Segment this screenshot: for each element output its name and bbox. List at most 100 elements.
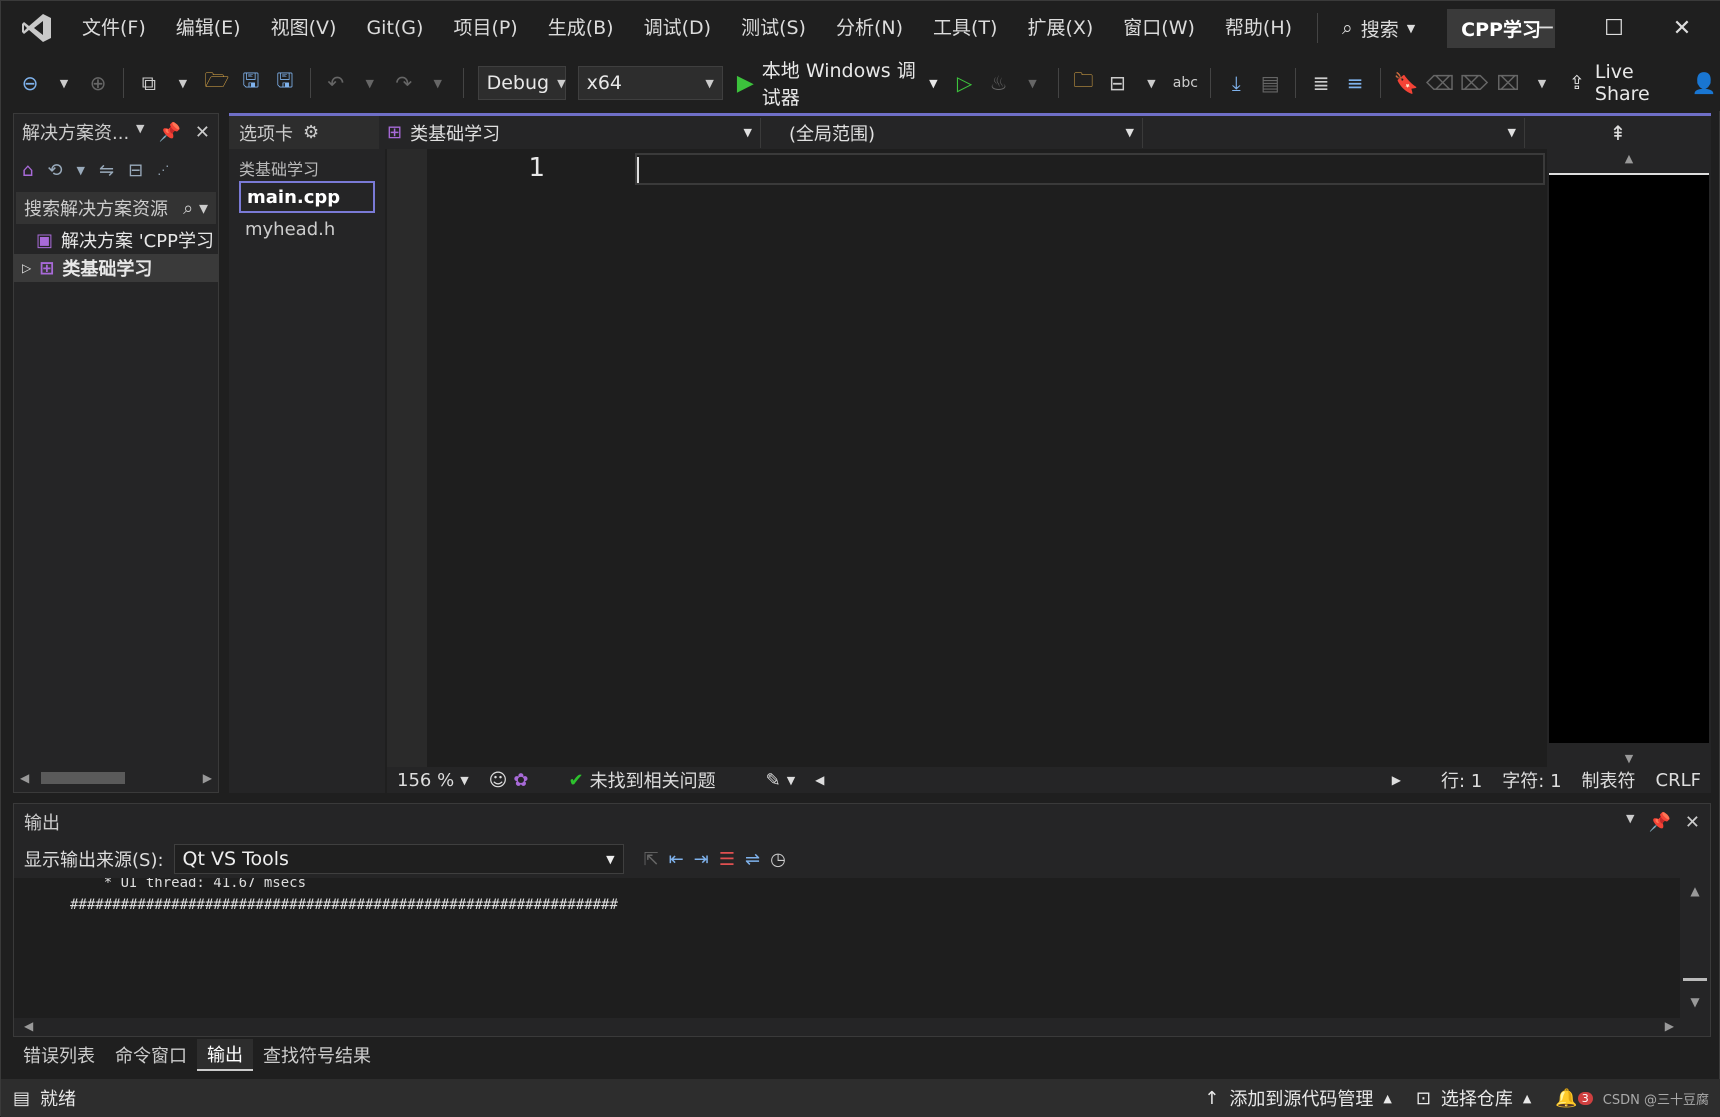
expand-arrow-icon[interactable]: ▷ <box>22 261 31 275</box>
zoom-select[interactable]: 156 % ▼ <box>387 770 479 791</box>
spell-check-button[interactable]: abc <box>1170 65 1200 101</box>
step-into-button[interactable]: ⤓ <box>1221 65 1251 101</box>
editor-minimap-scrollbar[interactable]: ▲ ▼ <box>1547 149 1711 767</box>
close-panel-icon[interactable]: ✕ <box>195 122 210 143</box>
scope-navigation-select[interactable]: (全局范围) ▼ <box>761 117 1143 148</box>
next-bookmark-button[interactable]: ⌦ <box>1459 65 1489 101</box>
char-indicator[interactable]: 字符: 1 <box>1492 767 1571 793</box>
select-repository-button[interactable]: ⊡ 选择仓库 ▲ <box>1404 1085 1544 1111</box>
clear-bookmarks-button[interactable]: ⌧ <box>1493 65 1523 101</box>
tab-main-cpp[interactable]: main.cpp <box>239 181 375 213</box>
vertical-tabs-header[interactable]: 选项卡 ⚙ <box>229 116 379 149</box>
bookmark-button[interactable]: 🔖 <box>1391 65 1421 101</box>
scroll-left-icon[interactable]: ◀ <box>20 771 29 785</box>
notifications-button[interactable]: 🔔 3 CSDN @三十豆腐 <box>1543 1088 1720 1109</box>
navigate-back-button[interactable]: ⊖ <box>15 65 45 101</box>
tab-output[interactable]: 输出 <box>197 1039 253 1071</box>
search-button[interactable]: ⌕ 搜索 ▼ <box>1328 15 1429 42</box>
tab-myhead-h[interactable]: myhead.h <box>229 213 385 245</box>
scroll-thumb[interactable] <box>41 772 126 784</box>
output-source-select[interactable]: Qt VS Tools ▼ <box>173 844 624 874</box>
account-button[interactable]: 👤 <box>1689 65 1719 101</box>
solution-explorer-folder-button[interactable]: 🗀 <box>1068 65 1098 101</box>
minimap-view[interactable] <box>1549 173 1709 743</box>
copilot-button[interactable]: ☺ ✿ <box>479 770 539 791</box>
undo-dropdown-button[interactable]: ▼ <box>355 65 385 101</box>
solution-horizontal-scrollbar[interactable]: ◀ ▶ <box>14 764 218 792</box>
toolbar-overflow-button[interactable]: ▼ <box>1527 65 1557 101</box>
back-dropdown-button[interactable]: ▼ <box>49 65 79 101</box>
collapse-all-icon[interactable]: ⊟ <box>128 160 143 181</box>
scroll-left-icon[interactable]: ◀ <box>24 1019 33 1033</box>
visual-studio-logo-icon[interactable] <box>19 10 55 46</box>
pin-icon[interactable]: 📌 <box>1648 812 1670 833</box>
menu-view[interactable]: 视图(V) <box>256 1 352 55</box>
scroll-up-icon[interactable]: ▲ <box>1547 149 1711 169</box>
tree-item-project[interactable]: ▷ ⊞ 类基础学习 <box>14 254 218 282</box>
gear-icon[interactable]: ⚙ <box>303 122 319 143</box>
hot-reload-dropdown-button[interactable]: ▼ <box>1018 65 1048 101</box>
timestamp-button[interactable]: ◷ <box>770 849 786 870</box>
save-button[interactable]: 🖫 <box>236 65 266 101</box>
save-all-button[interactable]: 🖫 <box>270 65 300 101</box>
home-icon[interactable]: ⌂ <box>22 160 33 181</box>
scroll-right-icon[interactable]: ▶ <box>1665 1019 1674 1033</box>
line-ending-indicator[interactable]: CRLF <box>1646 770 1711 791</box>
output-horizontal-scrollbar[interactable]: ◀ ▶ <box>14 1016 1710 1036</box>
maximize-button[interactable]: ☐ <box>1581 1 1647 55</box>
redo-button[interactable]: ↷ <box>389 65 419 101</box>
output-vertical-scrollbar[interactable]: ▲ ▼ <box>1680 878 1710 1018</box>
start-debugging-button[interactable]: ▶ 本地 Windows 调试器 ▼ <box>737 56 938 110</box>
pin-icon[interactable]: 📌 <box>158 122 180 143</box>
layout-button[interactable]: ⊟ <box>1102 65 1132 101</box>
outdent-button[interactable]: ≡ <box>1340 65 1370 101</box>
scroll-down-icon[interactable]: ▼ <box>1547 752 1711 765</box>
menu-debug[interactable]: 调试(D) <box>629 1 726 55</box>
tab-find-symbol-results[interactable]: 查找符号结果 <box>253 1039 381 1071</box>
tab-command-window[interactable]: 命令窗口 <box>105 1039 197 1071</box>
panel-menu-button[interactable]: ▼ <box>136 122 144 143</box>
project-navigation-select[interactable]: ⊞ 类基础学习 ▼ <box>379 117 761 148</box>
line-indicator[interactable]: 行: 1 <box>1431 767 1492 793</box>
menu-git[interactable]: Git(G) <box>351 1 438 55</box>
add-to-source-control-button[interactable]: ↑ 添加到源代码管理 ▲ <box>1192 1085 1404 1111</box>
scroll-up-icon[interactable]: ▲ <box>1680 884 1710 898</box>
open-file-button[interactable]: 🗁 <box>202 65 232 101</box>
menu-project[interactable]: 项目(P) <box>438 1 532 55</box>
issues-indicator[interactable]: ✔ 未找到相关问题 <box>559 767 726 793</box>
menu-edit[interactable]: 编辑(E) <box>161 1 256 55</box>
editor-hscroll-right[interactable]: ▶ <box>1382 773 1411 787</box>
output-text-area[interactable]: * UI thread: 41.67 msecs ################… <box>14 878 1680 1018</box>
close-panel-icon[interactable]: ✕ <box>1685 812 1700 833</box>
close-window-button[interactable]: ✕ <box>1649 1 1715 55</box>
menu-help[interactable]: 帮助(H) <box>1210 1 1307 55</box>
scroll-right-icon[interactable]: ▶ <box>203 771 212 785</box>
menu-tools[interactable]: 工具(T) <box>918 1 1012 55</box>
chevron-down-icon[interactable]: ▼ <box>77 164 85 177</box>
new-dropdown-button[interactable]: ▼ <box>168 65 198 101</box>
split-editor-button[interactable]: ⇞ <box>1525 121 1711 145</box>
next-message-button[interactable]: ⇥ <box>694 849 709 870</box>
layout-dropdown-button[interactable]: ▼ <box>1136 65 1166 101</box>
undo-button[interactable]: ↶ <box>321 65 351 101</box>
menu-extensions[interactable]: 扩展(X) <box>1012 1 1108 55</box>
code-editor[interactable] <box>627 149 1547 767</box>
indent-button[interactable]: ≣ <box>1306 65 1336 101</box>
code-cleanup-button[interactable]: ✎ ▼ <box>756 770 806 791</box>
comment-toggle-button[interactable]: ▤ <box>1255 65 1285 101</box>
tree-item-solution[interactable]: ▣ 解决方案 'CPP学习 <box>14 226 218 254</box>
overflow-icon[interactable]: ⋰ <box>157 163 169 177</box>
prev-message-button[interactable]: ⇤ <box>669 849 684 870</box>
panel-menu-button[interactable]: ▼ <box>1626 812 1634 833</box>
menu-test[interactable]: 测试(S) <box>726 1 821 55</box>
minimize-button[interactable]: ─ <box>1513 1 1579 55</box>
history-icon[interactable]: ⟲ <box>47 160 62 181</box>
live-share-button[interactable]: ⇪ Live Share <box>1569 61 1677 105</box>
word-wrap-button[interactable]: ⇌ <box>745 849 760 870</box>
new-project-button[interactable]: ⧉ <box>134 65 164 101</box>
scroll-down-icon[interactable]: ▼ <box>1680 995 1710 1009</box>
menu-window[interactable]: 窗口(W) <box>1108 1 1210 55</box>
clear-all-button[interactable]: ☰ <box>719 849 735 870</box>
navigate-forward-button[interactable]: ⊕ <box>83 65 113 101</box>
menu-analyze[interactable]: 分析(N) <box>821 1 918 55</box>
